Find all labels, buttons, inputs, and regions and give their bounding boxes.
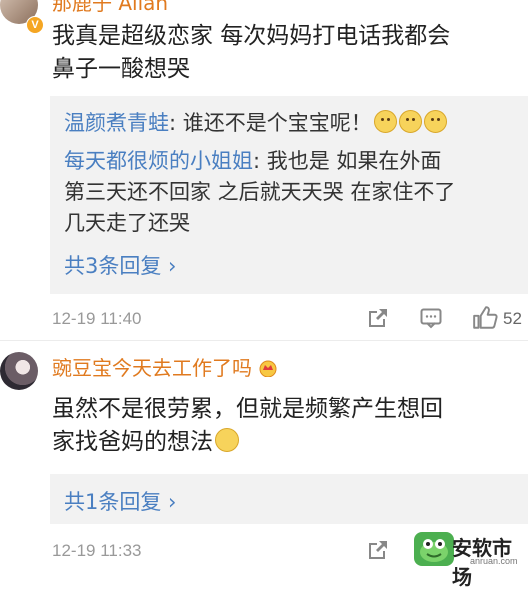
comment-text-line: 鼻子一酸想哭 xyxy=(52,56,190,82)
crown-badge-icon xyxy=(258,359,278,378)
comment-username-text: 豌豆宝今天去工作了吗 xyxy=(52,356,252,380)
like-count: 52 xyxy=(503,309,522,328)
reply-text: : 谁还不是个宝宝呢！ xyxy=(169,111,372,135)
laugh-cry-emoji-icon xyxy=(215,428,239,452)
comment-text: 虽然不是很劳累，但就是频繁产生想回 家找爸妈的想法 xyxy=(52,393,522,459)
sad-emoji-icon xyxy=(398,110,422,133)
reply-text-line: 几天走了还哭 xyxy=(64,211,190,235)
sad-emoji-icon xyxy=(423,110,447,133)
comment-username[interactable]: 那鹿子 Allan xyxy=(52,0,168,14)
watermark-url: anruan.com xyxy=(470,556,518,566)
like-icon[interactable] xyxy=(472,305,498,331)
reply-preview-box[interactable]: 温颜煮青蛙: 谁还不是个宝宝呢！ 每天都很烦的小姐姐: 我也是 如果在外面 第三… xyxy=(50,96,528,294)
avatar[interactable] xyxy=(0,352,38,390)
timestamp: 12-19 11:40 xyxy=(52,309,142,328)
share-icon[interactable] xyxy=(366,306,390,330)
reply-text-line: 第三天还不回家 之后就天天哭 在家住不了 xyxy=(64,180,456,204)
reply-item[interactable]: 每天都很烦的小姐姐: 我也是 如果在外面 xyxy=(64,146,441,177)
comment-icon[interactable] xyxy=(419,306,443,330)
watermark-logo-icon xyxy=(414,532,454,566)
more-replies-link[interactable]: 共3条回复 › xyxy=(64,250,176,280)
verified-badge-icon: V xyxy=(26,16,44,34)
comment-username[interactable]: 豌豆宝今天去工作了吗 xyxy=(52,357,278,379)
comment-text-line: 虽然不是很劳累，但就是频繁产生想回 xyxy=(52,396,443,422)
reply-text: : 我也是 如果在外面 xyxy=(253,149,442,173)
reply-item[interactable]: 温颜煮青蛙: 谁还不是个宝宝呢！ xyxy=(64,108,447,139)
comment-text-fragment: 家找爸妈的想法 xyxy=(52,429,213,455)
reply-username[interactable]: 每天都很烦的小姐姐 xyxy=(64,149,253,173)
share-icon[interactable] xyxy=(366,538,390,562)
more-replies-link[interactable]: 共1条回复 › xyxy=(64,486,176,516)
divider xyxy=(0,340,528,341)
sad-emoji-icon xyxy=(373,110,397,133)
comment-text-line: 我真是超级恋家 每次妈妈打电话我都会 xyxy=(52,23,451,49)
reply-username[interactable]: 温颜煮青蛙 xyxy=(64,111,169,135)
comment-text-line: 家找爸妈的想法 xyxy=(52,426,522,459)
comment-text: 我真是超级恋家 每次妈妈打电话我都会 鼻子一酸想哭 xyxy=(52,20,522,86)
timestamp: 12-19 11:33 xyxy=(52,541,142,560)
reply-preview-box[interactable]: 共1条回复 › xyxy=(50,474,528,524)
